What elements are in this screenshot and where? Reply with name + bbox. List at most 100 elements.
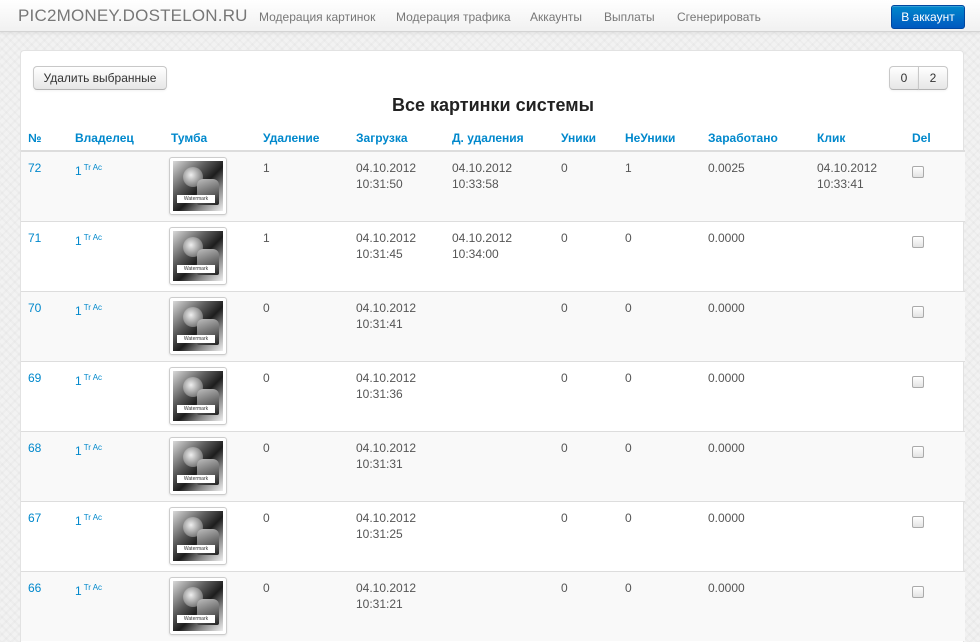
delete-checkbox[interactable] bbox=[912, 306, 924, 318]
owner-link[interactable]: 1 Tr Ac bbox=[75, 580, 102, 599]
table-row: 70 1 Tr Ac Watermark 0 04.10.2012 10:31:41… bbox=[21, 291, 965, 361]
uniques-value: 0 bbox=[561, 231, 568, 245]
nav-link-accounts[interactable]: Аккаунты bbox=[530, 10, 582, 24]
page-button-2[interactable]: 2 bbox=[918, 66, 948, 90]
non-uniques-value: 0 bbox=[625, 231, 632, 245]
nav-link-image-moderation[interactable]: Модерация картинок bbox=[259, 10, 375, 24]
column-header-click[interactable]: Клик bbox=[817, 131, 845, 145]
column-header-thumb[interactable]: Тумба bbox=[171, 131, 207, 145]
owner-tags: Tr Ac bbox=[83, 233, 103, 242]
brand-logo[interactable]: PIC2MONEY.DOSTELON.RU bbox=[18, 6, 248, 26]
row-id-link[interactable]: 69 bbox=[28, 370, 41, 386]
deletion-value: 0 bbox=[263, 511, 270, 525]
column-header-earned[interactable]: Заработано bbox=[708, 131, 778, 145]
upload-datetime: 04.10.2012 10:31:21 bbox=[356, 581, 417, 611]
owner-tags: Tr Ac bbox=[83, 303, 103, 312]
watermark-label: Watermark bbox=[177, 615, 215, 623]
table-row: 68 1 Tr Ac Watermark 0 04.10.2012 10:31:31… bbox=[21, 431, 965, 501]
row-id-link[interactable]: 72 bbox=[28, 160, 41, 176]
non-uniques-value: 1 bbox=[625, 161, 632, 175]
nav-link-payouts[interactable]: Выплаты bbox=[604, 10, 655, 24]
table-row: 66 1 Tr Ac Watermark 0 04.10.2012 10:31:21… bbox=[21, 571, 965, 641]
watermark-label: Watermark bbox=[177, 475, 215, 483]
column-header-number[interactable]: № bbox=[28, 131, 41, 145]
content-panel: Удалить выбранные 0 2 Все картинки систе… bbox=[20, 50, 965, 642]
deletion-value: 0 bbox=[263, 371, 270, 385]
owner-link[interactable]: 1 Tr Ac bbox=[75, 510, 102, 529]
deletion-value: 0 bbox=[263, 581, 270, 595]
thumbnail-image: Watermark bbox=[173, 441, 223, 491]
watermark-label: Watermark bbox=[177, 405, 215, 413]
table-row: 71 1 Tr Ac Watermark 1 04.10.2012 10:31:45… bbox=[21, 221, 965, 291]
owner-tags: Tr Ac bbox=[83, 163, 103, 172]
delete-checkbox[interactable] bbox=[912, 376, 924, 388]
upload-datetime: 04.10.2012 10:31:41 bbox=[356, 301, 417, 331]
earned-value: 0.0000 bbox=[708, 511, 745, 525]
table-row: 67 1 Tr Ac Watermark 0 04.10.2012 10:31:25… bbox=[21, 501, 965, 571]
uniques-value: 0 bbox=[561, 441, 568, 455]
thumbnail[interactable]: Watermark bbox=[169, 367, 227, 425]
owner-link[interactable]: 1 Tr Ac bbox=[75, 160, 102, 179]
thumbnail[interactable]: Watermark bbox=[169, 437, 227, 495]
uniques-value: 0 bbox=[561, 371, 568, 385]
page-button-0[interactable]: 0 bbox=[889, 66, 919, 90]
earned-value: 0.0000 bbox=[708, 441, 745, 455]
uniques-value: 0 bbox=[561, 581, 568, 595]
delete-checkbox[interactable] bbox=[912, 516, 924, 528]
owner-link[interactable]: 1 Tr Ac bbox=[75, 440, 102, 459]
deletion-value: 1 bbox=[263, 231, 270, 245]
nav-link-traffic-moderation[interactable]: Модерация трафика bbox=[396, 10, 511, 24]
delete-checkbox[interactable] bbox=[912, 446, 924, 458]
row-id-link[interactable]: 70 bbox=[28, 300, 41, 316]
uniques-value: 0 bbox=[561, 301, 568, 315]
column-header-owner[interactable]: Владелец bbox=[75, 131, 134, 145]
column-header-uniques[interactable]: Уники bbox=[561, 131, 596, 145]
thumbnail-image: Watermark bbox=[173, 371, 223, 421]
upload-datetime: 04.10.2012 10:31:31 bbox=[356, 441, 417, 471]
thumbnail[interactable]: Watermark bbox=[169, 227, 227, 285]
account-button[interactable]: В аккаунт bbox=[891, 5, 965, 29]
watermark-label: Watermark bbox=[177, 265, 215, 273]
row-id-link[interactable]: 66 bbox=[28, 580, 41, 596]
page-title: Все картинки системы bbox=[392, 95, 594, 115]
non-uniques-value: 0 bbox=[625, 301, 632, 315]
deletion-datetime: 04.10.2012 10:33:58 bbox=[452, 161, 513, 191]
nav-link-generate[interactable]: Сгенерировать bbox=[677, 10, 761, 24]
row-id-link[interactable]: 71 bbox=[28, 230, 41, 246]
thumbnail[interactable]: Watermark bbox=[169, 297, 227, 355]
thumbnail-image: Watermark bbox=[173, 231, 223, 281]
delete-checkbox[interactable] bbox=[912, 586, 924, 598]
column-header-upload[interactable]: Загрузка bbox=[356, 131, 408, 145]
watermark-label: Watermark bbox=[177, 195, 215, 203]
delete-selected-button[interactable]: Удалить выбранные bbox=[33, 66, 167, 90]
upload-datetime: 04.10.2012 10:31:45 bbox=[356, 231, 417, 261]
thumbnail-image: Watermark bbox=[173, 161, 223, 211]
thumbnail-image: Watermark bbox=[173, 581, 223, 631]
delete-checkbox[interactable] bbox=[912, 166, 924, 178]
top-navbar: PIC2MONEY.DOSTELON.RU Модерация картинок… bbox=[0, 0, 980, 32]
delete-checkbox[interactable] bbox=[912, 236, 924, 248]
row-id-link[interactable]: 67 bbox=[28, 510, 41, 526]
thumbnail[interactable]: Watermark bbox=[169, 507, 227, 565]
owner-link[interactable]: 1 Tr Ac bbox=[75, 300, 102, 319]
row-id-link[interactable]: 68 bbox=[28, 440, 41, 456]
click-datetime: 04.10.2012 10:33:41 bbox=[817, 161, 878, 191]
owner-link[interactable]: 1 Tr Ac bbox=[75, 370, 102, 389]
thumbnail[interactable]: Watermark bbox=[169, 157, 227, 215]
uniques-value: 0 bbox=[561, 161, 568, 175]
non-uniques-value: 0 bbox=[625, 581, 632, 595]
upload-datetime: 04.10.2012 10:31:50 bbox=[356, 161, 417, 191]
column-header-del[interactable]: Del bbox=[912, 131, 931, 145]
earned-value: 0.0000 bbox=[708, 581, 745, 595]
owner-link[interactable]: 1 Tr Ac bbox=[75, 230, 102, 249]
column-header-deletion-date[interactable]: Д. удаления bbox=[452, 131, 524, 145]
column-header-non-uniques[interactable]: НеУники bbox=[625, 131, 675, 145]
deletion-value: 0 bbox=[263, 441, 270, 455]
owner-tags: Tr Ac bbox=[83, 443, 103, 452]
earned-value: 0.0000 bbox=[708, 371, 745, 385]
non-uniques-value: 0 bbox=[625, 371, 632, 385]
thumbnail[interactable]: Watermark bbox=[169, 577, 227, 635]
deletion-value: 1 bbox=[263, 161, 270, 175]
watermark-label: Watermark bbox=[177, 545, 215, 553]
column-header-deletion[interactable]: Удаление bbox=[263, 131, 319, 145]
